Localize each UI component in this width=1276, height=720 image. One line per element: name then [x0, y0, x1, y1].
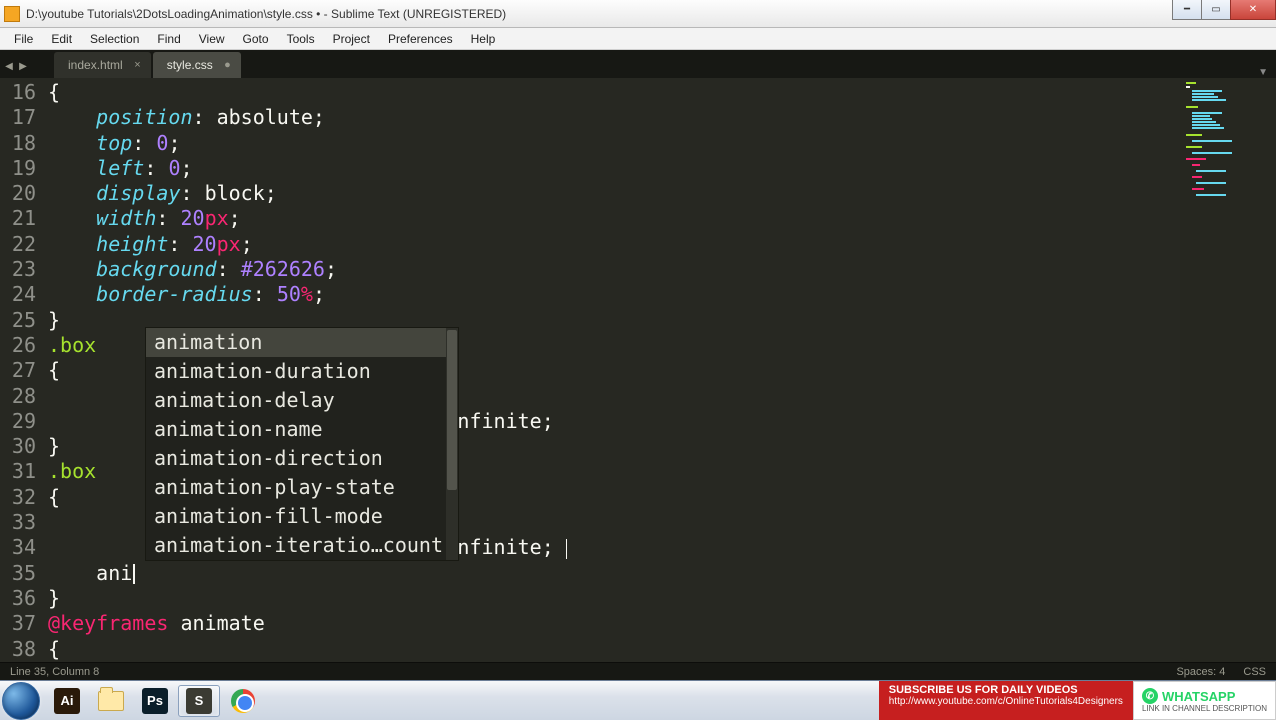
menu-project[interactable]: Project	[325, 30, 378, 48]
maximize-button[interactable]: ▭	[1201, 0, 1231, 20]
status-syntax[interactable]: CSS	[1243, 666, 1266, 678]
autocomplete-item[interactable]: animation-play-state	[146, 473, 458, 502]
autocomplete-item[interactable]: animation-iteratio…count	[146, 531, 458, 560]
taskbar-overlay: SUBSCRIBE US FOR DAILY VIDEOS http://www…	[879, 681, 1276, 720]
tab-close-icon[interactable]: ×	[134, 59, 140, 71]
minimize-button[interactable]: ━	[1172, 0, 1202, 20]
autocomplete-item[interactable]: animation-delay	[146, 386, 458, 415]
app-window: D:\youtube Tutorials\2DotsLoadingAnimati…	[0, 0, 1276, 720]
status-indent[interactable]: Spaces: 4	[1176, 666, 1225, 678]
taskbar-chrome[interactable]	[222, 685, 264, 717]
close-button[interactable]: ✕	[1230, 0, 1276, 20]
menu-view[interactable]: View	[191, 30, 233, 48]
secondary-cursor	[566, 539, 568, 559]
editor[interactable]: 16 17 18 19 20 21 22 23 24 25 26 27 28 2…	[0, 78, 1276, 662]
tab-overflow-icon[interactable]: ▼	[1258, 67, 1268, 78]
chrome-icon	[231, 689, 255, 713]
line-gutter: 16 17 18 19 20 21 22 23 24 25 26 27 28 2…	[0, 78, 48, 662]
statusbar: Line 35, Column 8 Spaces: 4 CSS	[0, 662, 1276, 680]
tab-index-html[interactable]: index.html ×	[54, 52, 151, 78]
promo-whatsapp: ✆WHATSAPP LINK IN CHANNEL DESCRIPTION	[1133, 681, 1276, 720]
taskbar-explorer[interactable]	[90, 685, 132, 717]
menu-edit[interactable]: Edit	[43, 30, 80, 48]
folder-icon	[98, 691, 124, 711]
tab-label: index.html	[68, 58, 123, 72]
autocomplete-item[interactable]: animation-name	[146, 415, 458, 444]
taskbar-photoshop[interactable]: Ps	[134, 685, 176, 717]
window-title: D:\youtube Tutorials\2DotsLoadingAnimati…	[26, 7, 506, 21]
windows-taskbar: Ai Ps S SUBSCRIBE US FOR DAILY VIDEOS ht…	[0, 680, 1276, 720]
menu-selection[interactable]: Selection	[82, 30, 147, 48]
autocomplete-scrollbar[interactable]	[446, 328, 458, 560]
autocomplete-item[interactable]: animation-direction	[146, 444, 458, 473]
whatsapp-icon: ✆	[1142, 688, 1158, 704]
menubar: File Edit Selection Find View Goto Tools…	[0, 28, 1276, 50]
menu-goto[interactable]: Goto	[235, 30, 277, 48]
status-cursor-position[interactable]: Line 35, Column 8	[10, 666, 99, 678]
minimap[interactable]	[1180, 78, 1276, 662]
tab-style-css[interactable]: style.css ●	[153, 52, 241, 78]
text-cursor	[133, 564, 135, 584]
menu-preferences[interactable]: Preferences	[380, 30, 461, 48]
tab-dirty-icon: ●	[224, 59, 231, 71]
taskbar-sublime[interactable]: S	[178, 685, 220, 717]
autocomplete-item[interactable]: animation-fill-mode	[146, 502, 458, 531]
autocomplete-popup[interactable]: animation animation-duration animation-d…	[145, 327, 459, 561]
tab-nav-back[interactable]: ◀	[2, 54, 16, 78]
titlebar: D:\youtube Tutorials\2DotsLoadingAnimati…	[0, 0, 1276, 28]
taskbar-illustrator[interactable]: Ai	[46, 685, 88, 717]
menu-tools[interactable]: Tools	[279, 30, 323, 48]
menu-file[interactable]: File	[6, 30, 41, 48]
tab-label: style.css	[167, 58, 213, 72]
tab-bar: ◀ ▶ index.html × style.css ● ▼	[0, 50, 1276, 78]
code-area[interactable]: { position: absolute; top: 0; left: 0; d…	[48, 78, 1180, 662]
menu-help[interactable]: Help	[463, 30, 504, 48]
start-button[interactable]	[2, 682, 40, 720]
promo-subscribe: SUBSCRIBE US FOR DAILY VIDEOS http://www…	[879, 681, 1133, 720]
window-controls: ━ ▭ ✕	[1173, 0, 1276, 20]
tab-nav-forward[interactable]: ▶	[16, 54, 30, 78]
autocomplete-item[interactable]: animation	[146, 328, 458, 357]
menu-find[interactable]: Find	[149, 30, 188, 48]
app-icon	[4, 6, 20, 22]
autocomplete-item[interactable]: animation-duration	[146, 357, 458, 386]
